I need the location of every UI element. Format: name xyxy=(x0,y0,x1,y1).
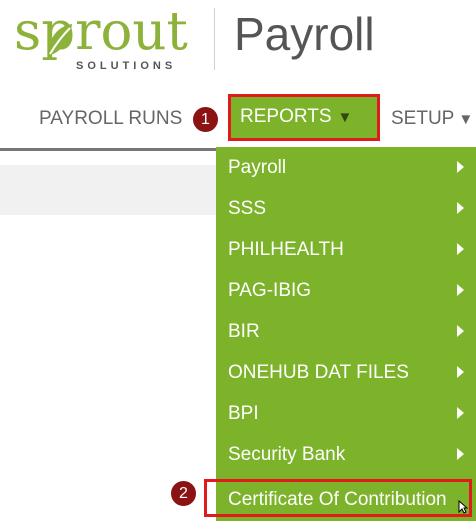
step-2-badge: 2 xyxy=(169,479,198,508)
header-divider xyxy=(214,8,215,70)
chevron-right-icon xyxy=(457,366,464,378)
menu-item-pag-ibig[interactable]: PAG-IBIG xyxy=(216,270,476,311)
sprout-logo[interactable]: sprout SOLUTIONS xyxy=(14,2,199,74)
menu-item-label: BPI xyxy=(228,403,259,424)
chevron-right-icon xyxy=(457,284,464,296)
mouse-cursor-icon xyxy=(458,500,468,514)
menu-item-bir[interactable]: BIR xyxy=(216,311,476,352)
page-title: Payroll xyxy=(234,8,375,60)
menu-item-label: PHILHEALTH xyxy=(228,239,344,260)
nav-setup-label: SETUP xyxy=(391,108,455,129)
reports-highlight-box xyxy=(228,94,380,141)
menu-item-payroll[interactable]: Payroll xyxy=(216,147,476,188)
nav-payroll-runs[interactable]: PAYROLL RUNS xyxy=(39,108,182,130)
chevron-right-icon xyxy=(457,407,464,419)
caret-down-icon: ▼ xyxy=(458,111,474,128)
content-toolbar xyxy=(0,165,230,215)
chevron-right-icon xyxy=(457,448,464,460)
menu-item-label: PAG-IBIG xyxy=(228,280,312,301)
menu-item-philhealth[interactable]: PHILHEALTH xyxy=(216,229,476,270)
logo-subtitle: SOLUTIONS xyxy=(76,60,177,72)
nav-setup[interactable]: SETUP ▼ xyxy=(391,108,473,130)
chevron-right-icon xyxy=(457,161,464,173)
reports-dropdown-menu: Payroll SSS PHILHEALTH PAG-IBIG BIR ONEH… xyxy=(216,147,476,521)
menu-item-bpi[interactable]: BPI xyxy=(216,393,476,434)
leaf-icon xyxy=(48,24,72,56)
menu-item-sss[interactable]: SSS xyxy=(216,188,476,229)
menu-item-onehub-dat-files[interactable]: ONEHUB DAT FILES xyxy=(216,352,476,393)
certificate-highlight-box xyxy=(204,479,472,517)
app-header: sprout SOLUTIONS Payroll xyxy=(0,0,476,80)
chevron-right-icon xyxy=(457,243,464,255)
menu-item-label: SSS xyxy=(228,198,267,219)
step-1-badge: 1 xyxy=(191,105,220,134)
menu-item-security-bank[interactable]: Security Bank xyxy=(216,434,476,475)
chevron-right-icon xyxy=(457,325,464,337)
menu-item-label: Payroll xyxy=(228,157,287,178)
menu-item-label: ONEHUB DAT FILES xyxy=(228,362,409,383)
menu-item-label: BIR xyxy=(228,321,260,342)
chevron-right-icon xyxy=(457,202,464,214)
menu-item-label: Security Bank xyxy=(228,444,346,465)
logo-wordmark: sprout xyxy=(14,1,188,62)
